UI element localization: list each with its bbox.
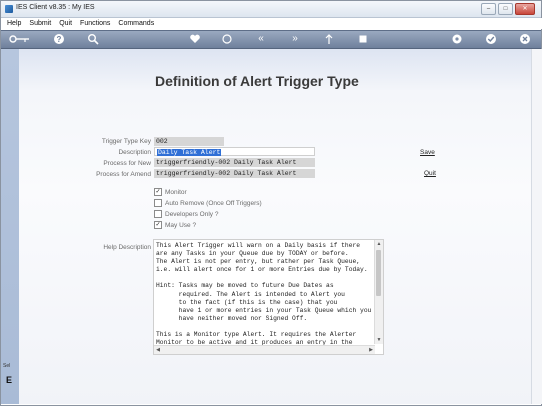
side-label: Sel bbox=[3, 363, 11, 369]
label-help-description: Help Description bbox=[103, 244, 151, 251]
checkbox-box bbox=[154, 210, 162, 218]
label-process-amend: Process for Amend bbox=[96, 171, 151, 178]
scroll-thumb[interactable] bbox=[376, 250, 381, 296]
close-icon[interactable] bbox=[519, 33, 531, 45]
quit-button[interactable]: Quit bbox=[424, 170, 436, 177]
menu-commands[interactable]: Commands bbox=[118, 20, 154, 27]
developers-only-checkbox[interactable]: Developers Only ? bbox=[154, 210, 218, 218]
refresh-icon[interactable] bbox=[221, 33, 233, 45]
close-window-button[interactable]: ✕ bbox=[515, 3, 535, 15]
scroll-left-icon[interactable]: ◀ bbox=[154, 346, 162, 354]
checkbox-label: Auto Remove (Once Off Triggers) bbox=[165, 199, 262, 207]
scroll-up-icon[interactable]: ▲ bbox=[375, 240, 383, 248]
label-process-new: Process for New bbox=[103, 160, 151, 167]
search-icon[interactable] bbox=[87, 33, 99, 45]
up-icon[interactable] bbox=[323, 33, 335, 45]
maximize-button[interactable]: □ bbox=[498, 3, 513, 15]
app-icon bbox=[5, 5, 13, 13]
scroll-right-icon[interactable]: ▶ bbox=[367, 346, 375, 354]
menu-functions[interactable]: Functions bbox=[80, 20, 110, 27]
title-bar: IES Client v8.35 : My IES – □ ✕ bbox=[1, 1, 541, 18]
first-icon[interactable]: « bbox=[255, 33, 267, 45]
help-vertical-scrollbar[interactable]: ▲ ▼ bbox=[374, 240, 383, 344]
process-amend-field[interactable]: triggerfriendly-002 Daily Task Alert bbox=[154, 169, 315, 178]
help-description-textarea[interactable]: This Alert Trigger will warn on a Daily … bbox=[153, 239, 384, 355]
menu-bar: Help Submit Quit Functions Commands bbox=[1, 18, 542, 29]
auto-remove-checkbox[interactable]: Auto Remove (Once Off Triggers) bbox=[154, 199, 262, 207]
help-description-text: This Alert Trigger will warn on a Daily … bbox=[156, 242, 372, 347]
checkbox-box: ✓ bbox=[154, 188, 162, 196]
label-description: Description bbox=[118, 149, 151, 156]
scroll-down-icon[interactable]: ▼ bbox=[375, 336, 383, 344]
page-title: Definition of Alert Trigger Type bbox=[155, 73, 359, 89]
heart-icon[interactable] bbox=[189, 33, 201, 45]
checkbox-label: Monitor bbox=[165, 188, 187, 196]
toolbar: ? « » bbox=[1, 30, 541, 49]
description-selection: Daily Task Alert bbox=[157, 149, 222, 156]
window-title: IES Client v8.35 : My IES bbox=[16, 4, 95, 11]
key-icon[interactable] bbox=[9, 33, 31, 45]
minimize-button[interactable]: – bbox=[481, 3, 496, 15]
settings-icon[interactable] bbox=[451, 33, 463, 45]
checkbox-label: Developers Only ? bbox=[165, 210, 219, 218]
checkbox-label: May Use ? bbox=[165, 221, 197, 229]
app-window: IES Client v8.35 : My IES – □ ✕ Help Sub… bbox=[0, 0, 542, 406]
right-scroll-track[interactable] bbox=[531, 49, 542, 404]
menu-submit[interactable]: Submit bbox=[29, 20, 51, 27]
side-letter: E bbox=[6, 375, 13, 385]
check-icon[interactable] bbox=[485, 33, 497, 45]
svg-text:?: ? bbox=[57, 35, 62, 44]
monitor-checkbox[interactable]: ✓ Monitor bbox=[154, 188, 187, 196]
checkbox-box: ✓ bbox=[154, 221, 162, 229]
may-use-checkbox[interactable]: ✓ May Use ? bbox=[154, 221, 196, 229]
last-icon[interactable]: » bbox=[289, 33, 301, 45]
save-button[interactable]: Save bbox=[420, 149, 435, 156]
help-horizontal-scrollbar[interactable]: ◀ ▶ bbox=[154, 345, 375, 354]
menu-quit[interactable]: Quit bbox=[59, 20, 72, 27]
stop-icon[interactable] bbox=[357, 33, 369, 45]
process-new-field[interactable]: triggerfriendly-002 Daily Task Alert bbox=[154, 158, 315, 167]
left-panel-strip bbox=[1, 49, 19, 404]
description-field[interactable]: Daily Task Alert bbox=[154, 147, 315, 156]
trigger-type-key-field[interactable]: 002 bbox=[154, 137, 224, 146]
checkbox-box bbox=[154, 199, 162, 207]
help-icon[interactable]: ? bbox=[53, 33, 65, 45]
menu-help[interactable]: Help bbox=[7, 20, 21, 27]
label-trigger-type-key: Trigger Type Key bbox=[101, 138, 151, 145]
